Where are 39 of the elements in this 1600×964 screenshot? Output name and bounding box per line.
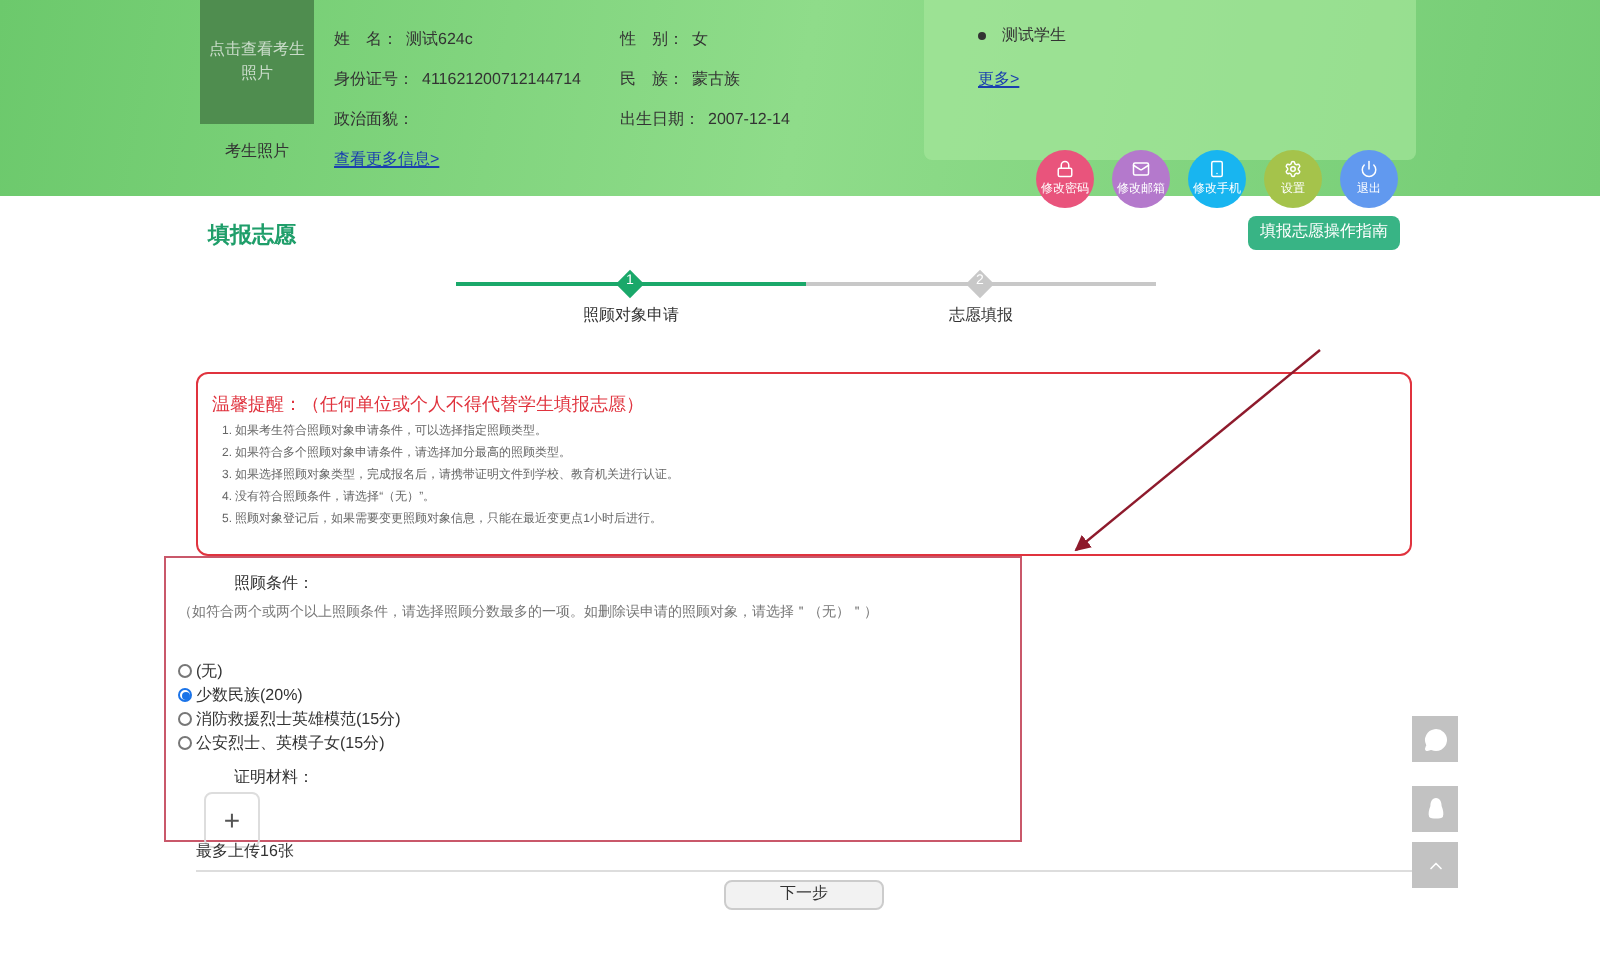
section-title: 填报志愿 xyxy=(208,221,296,252)
action-icon xyxy=(1056,160,1074,178)
field-value: 女 xyxy=(692,27,708,51)
field-label: 政治面貌： xyxy=(334,107,414,131)
field-value: 测试624c xyxy=(406,27,473,51)
field-label: 姓 名： xyxy=(334,27,398,51)
action-icon xyxy=(1132,160,1150,178)
chat-icon xyxy=(1423,727,1447,751)
reminder-title: 温馨提醒： xyxy=(212,391,302,417)
radio-label[interactable]: 少数民族(20%) xyxy=(196,683,303,707)
radio-button[interactable] xyxy=(178,736,192,750)
bullet-icon xyxy=(978,32,986,40)
radio-label[interactable]: 消防救援烈士英雄模范(15分) xyxy=(196,707,401,731)
photo-caption: 考生照片 xyxy=(225,140,289,164)
materials-label: 证明材料： xyxy=(234,766,316,790)
step-label[interactable]: 照顾对象申请 xyxy=(583,303,679,327)
field-value: 2007-12-14 xyxy=(708,107,790,131)
field-label: 性 别： xyxy=(620,27,684,51)
notice-more-link[interactable]: 更多> xyxy=(978,68,1020,92)
radio-label[interactable]: 公安烈士、英模子女(15分) xyxy=(196,731,385,755)
notice-item[interactable]: 测试学生 xyxy=(1002,24,1066,48)
more-info-link[interactable]: 查看更多信息> xyxy=(334,148,440,172)
field-label: 民 族： xyxy=(620,67,684,91)
action-icon xyxy=(1360,160,1378,178)
field-label: 出生日期： xyxy=(620,107,700,131)
radio-button[interactable] xyxy=(178,688,192,702)
reminder-subtitle: （任何单位或个人不得代替学生填报志愿） xyxy=(302,391,644,417)
field-label: 身份证号： xyxy=(334,67,414,91)
radio-label[interactable]: (无) xyxy=(196,659,223,683)
next-button[interactable]: 下一步 xyxy=(724,879,884,909)
radio-button[interactable] xyxy=(178,712,192,726)
field-value: 411621200712144714 xyxy=(422,67,581,91)
penguin-icon xyxy=(1427,798,1443,820)
radio-button[interactable] xyxy=(178,664,192,678)
field-value: 蒙古族 xyxy=(692,67,740,91)
action-icon xyxy=(1208,160,1226,178)
condition-label: 照顾条件： xyxy=(234,571,316,595)
step-label[interactable]: 志愿填报 xyxy=(949,303,1013,327)
action-icon xyxy=(1284,160,1302,178)
